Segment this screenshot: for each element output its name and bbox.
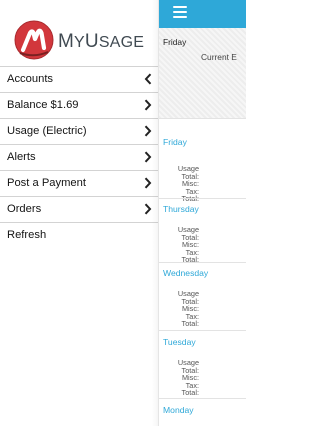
current-label: Current E xyxy=(201,52,237,62)
menu-item-refresh[interactable]: Refresh xyxy=(0,222,158,248)
menu-edge-shadow xyxy=(152,0,158,426)
menu-item-usage[interactable]: Usage (Electric) xyxy=(0,118,158,144)
menu-item-label: Usage (Electric) xyxy=(7,125,87,137)
chevron-right-icon xyxy=(144,177,152,189)
menu-item-post-payment[interactable]: Post a Payment xyxy=(0,170,158,196)
chevron-right-icon xyxy=(144,125,152,137)
day-label: Wednesday xyxy=(163,268,209,278)
menu-item-orders[interactable]: Orders xyxy=(0,196,158,222)
chevron-right-icon xyxy=(144,203,152,215)
usage-summary: Usage Total: Misc: Tax: Total: xyxy=(159,359,199,397)
side-menu: MYUSAGE Accounts Balance $1.69 Usage (El… xyxy=(0,0,158,426)
menu-item-label: Orders xyxy=(7,203,42,215)
menu-item-balance[interactable]: Balance $1.69 xyxy=(0,92,158,118)
menu-list: Accounts Balance $1.69 Usage (Electric) … xyxy=(0,66,158,248)
hamburger-icon[interactable] xyxy=(173,6,187,18)
chevron-right-icon xyxy=(144,99,152,111)
header-day: Friday xyxy=(163,37,187,47)
menu-item-label: Alerts xyxy=(7,151,36,163)
total-label: Total: xyxy=(181,388,199,398)
menu-item-label: Balance $1.69 xyxy=(7,99,79,111)
logo-icon xyxy=(14,20,54,60)
app-logo: MYUSAGE xyxy=(14,20,164,60)
menu-item-label: Refresh xyxy=(7,229,47,241)
usage-total-label: Usage Total: xyxy=(177,358,199,375)
day-label: Friday xyxy=(163,137,187,147)
divider xyxy=(159,198,246,199)
divider xyxy=(159,118,246,119)
divider xyxy=(159,262,246,263)
top-bar xyxy=(159,0,246,28)
menu-item-label: Accounts xyxy=(7,73,54,85)
usage-page: Friday Current E Friday Usage Total: Mis… xyxy=(158,0,246,426)
day-label: Thursday xyxy=(163,204,199,214)
total-label: Total: xyxy=(159,195,199,203)
day-label: Tuesday xyxy=(163,337,196,347)
chevron-right-icon xyxy=(144,151,152,163)
usage-total-label: Usage Total: xyxy=(177,225,199,242)
day-label: Monday xyxy=(163,405,194,415)
current-usage-card: Friday Current E xyxy=(159,28,246,118)
menu-item-accounts[interactable]: Accounts xyxy=(0,66,158,92)
menu-item-alerts[interactable]: Alerts xyxy=(0,144,158,170)
usage-total-label: Usage Total: xyxy=(177,164,199,181)
divider xyxy=(159,398,246,399)
divider xyxy=(159,330,246,331)
app-name: MYUSAGE xyxy=(58,31,145,52)
usage-summary: Usage Total: Misc: Tax: Total: xyxy=(159,226,199,264)
total-label: Total: xyxy=(181,319,199,329)
chevron-left-icon[interactable] xyxy=(144,73,152,85)
usage-total-label: Usage Total: xyxy=(177,289,199,306)
menu-item-label: Post a Payment xyxy=(7,177,86,189)
usage-summary: Usage Total: Misc: Tax: Total: xyxy=(159,290,199,328)
